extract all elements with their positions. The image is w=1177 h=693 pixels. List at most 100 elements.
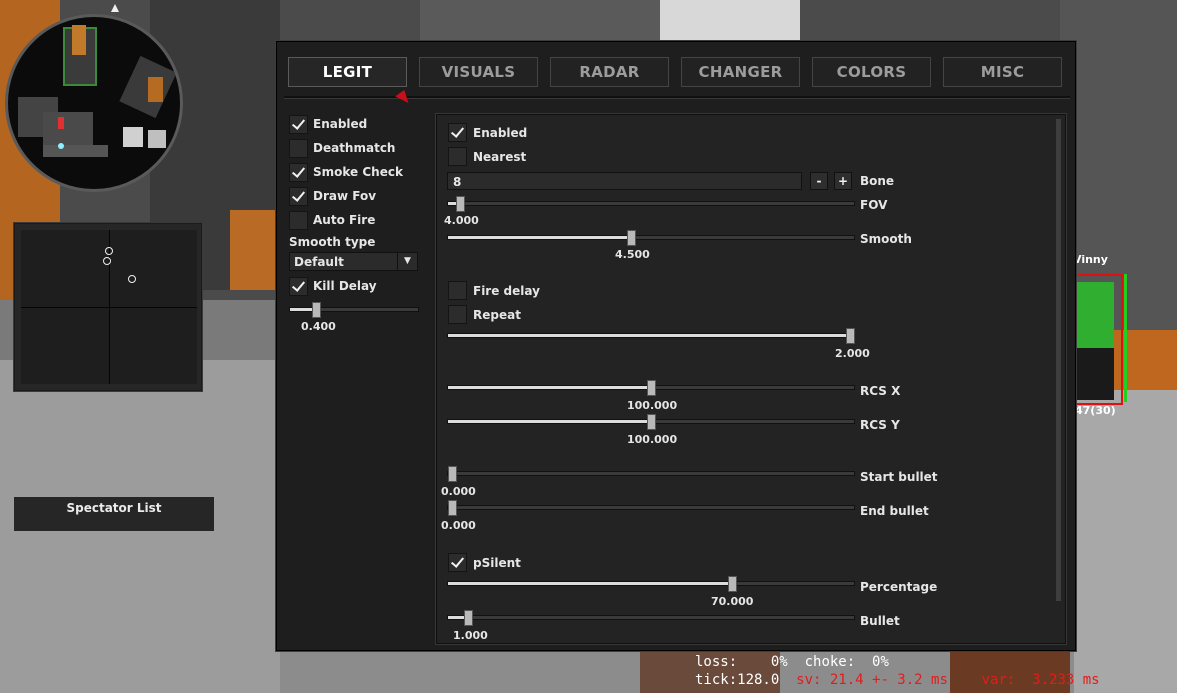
deathmatch-checkbox[interactable] [289, 139, 308, 158]
bone-input[interactable]: 8 [447, 172, 802, 190]
fov-value: 4.000 [444, 214, 479, 227]
aim-enabled-checkbox[interactable] [448, 123, 467, 142]
smooth-value: 4.500 [615, 248, 650, 261]
smoke-check-label: Smoke Check [313, 165, 403, 179]
nearest-checkbox[interactable] [448, 147, 467, 166]
slider-thumb[interactable] [456, 196, 465, 212]
esp-health-bar [1124, 274, 1127, 402]
tab-colors[interactable]: COLORS [812, 57, 931, 87]
fire-delay-checkbox[interactable] [448, 281, 467, 300]
end-bullet-slider[interactable] [447, 500, 855, 516]
enabled-checkbox[interactable] [289, 115, 308, 134]
rcs-x-slider[interactable] [447, 380, 855, 396]
bullet-value: 1.000 [453, 629, 488, 642]
smooth-type-label: Smooth type [289, 235, 376, 249]
kill-delay-value: 0.400 [301, 320, 336, 333]
deathmatch-label: Deathmatch [313, 141, 396, 155]
end-bullet-label: End bullet [860, 504, 929, 518]
spectator-list-title: Spectator List [66, 501, 162, 515]
tab-radar[interactable]: RADAR [550, 57, 669, 87]
slider-thumb[interactable] [647, 414, 656, 430]
start-bullet-slider[interactable] [447, 466, 855, 482]
rcs-x-value: 100.000 [627, 399, 678, 412]
slider-thumb[interactable] [647, 380, 656, 396]
percentage-slider[interactable] [447, 576, 855, 592]
net-tick: tick:128.0 [695, 672, 780, 688]
repeat-checkbox[interactable] [448, 305, 467, 324]
slider-thumb[interactable] [846, 328, 855, 344]
tab-legit[interactable]: LEGIT [288, 57, 407, 87]
fov-label: FOV [860, 198, 888, 212]
draw-fov-checkbox[interactable] [289, 187, 308, 206]
esp-player-name: Vinny [1073, 253, 1108, 266]
bone-increment-button[interactable]: + [834, 172, 852, 190]
smooth-type-select[interactable]: Default ▼ [289, 252, 418, 271]
dropdown-arrow-icon[interactable]: ▼ [397, 253, 417, 270]
percentage-label: Percentage [860, 580, 938, 594]
percentage-value: 70.000 [711, 595, 754, 608]
esp-ammo-text: 47(30) [1075, 404, 1116, 417]
kill-delay-label: Kill Delay [313, 279, 377, 293]
end-bullet-value: 0.000 [441, 519, 476, 532]
cheat-menu-window[interactable]: LEGIT VISUALS RADAR CHANGER COLORS MISC … [276, 41, 1076, 651]
slider-thumb[interactable] [728, 576, 737, 592]
repeat-label: Repeat [473, 308, 521, 322]
repeat-slider[interactable] [447, 328, 855, 344]
radar-player-dot [105, 247, 113, 255]
radar-player-dot [103, 257, 111, 265]
bone-value: 8 [453, 175, 462, 189]
bullet-label: Bullet [860, 614, 900, 628]
start-bullet-label: Start bullet [860, 470, 938, 484]
rcs-y-slider[interactable] [447, 414, 855, 430]
bone-decrement-button[interactable]: - [810, 172, 828, 190]
draw-fov-label: Draw Fov [313, 189, 377, 203]
esp-player-box [1070, 274, 1123, 405]
kill-delay-checkbox[interactable] [289, 277, 308, 296]
aimbot-settings-panel[interactable]: Enabled Nearest 8 - + Bone FOV 4.000 Smo… [436, 114, 1066, 644]
tab-visuals[interactable]: VISUALS [419, 57, 538, 87]
slider-thumb[interactable] [627, 230, 636, 246]
scrollbar[interactable] [1056, 119, 1061, 601]
psilent-label: pSilent [473, 556, 521, 570]
slider-thumb[interactable] [448, 500, 457, 516]
smoke-check-checkbox[interactable] [289, 163, 308, 182]
compass-north-icon [111, 4, 119, 12]
start-bullet-value: 0.000 [441, 485, 476, 498]
net-choke-value: 0% [872, 654, 889, 670]
radar-canvas [21, 230, 197, 384]
fire-delay-label: Fire delay [473, 284, 540, 298]
net-loss-label: loss: [695, 654, 738, 670]
minimap [5, 14, 183, 192]
net-graph: loss: 0% choke: 0% tick:128.0 sv: 21.4 +… [695, 653, 1177, 689]
smooth-type-value: Default [294, 255, 344, 269]
repeat-value: 2.000 [835, 347, 870, 360]
aim-enabled-label: Enabled [473, 126, 528, 140]
net-loss-value: 0% [770, 654, 788, 670]
auto-fire-label: Auto Fire [313, 213, 376, 227]
slider-thumb[interactable] [448, 466, 457, 482]
radar-player-dot [128, 275, 136, 283]
spectator-list: Spectator List [14, 497, 214, 531]
rcs-y-value: 100.000 [627, 433, 678, 446]
nearest-label: Nearest [473, 150, 527, 164]
enabled-label: Enabled [313, 117, 368, 131]
rcs-y-label: RCS Y [860, 418, 900, 432]
net-sv: sv: 21.4 +- 3.2 ms [796, 672, 948, 688]
smooth-label: Smooth [860, 232, 912, 246]
bone-label: Bone [860, 174, 895, 188]
net-choke-label: choke: [804, 654, 856, 670]
kill-delay-slider[interactable] [289, 302, 419, 318]
tab-changer[interactable]: CHANGER [681, 57, 800, 87]
slider-thumb[interactable] [464, 610, 473, 626]
psilent-checkbox[interactable] [448, 553, 467, 572]
bullet-slider[interactable] [447, 610, 855, 626]
radar-window[interactable] [14, 223, 202, 391]
fov-slider[interactable] [447, 196, 855, 212]
net-var: var: 3.233 ms [981, 672, 1100, 688]
slider-thumb[interactable] [312, 302, 321, 318]
smooth-slider[interactable] [447, 230, 855, 246]
rcs-x-label: RCS X [860, 384, 901, 398]
auto-fire-checkbox[interactable] [289, 211, 308, 230]
tab-misc[interactable]: MISC [943, 57, 1062, 87]
mouse-cursor-icon [395, 90, 412, 107]
